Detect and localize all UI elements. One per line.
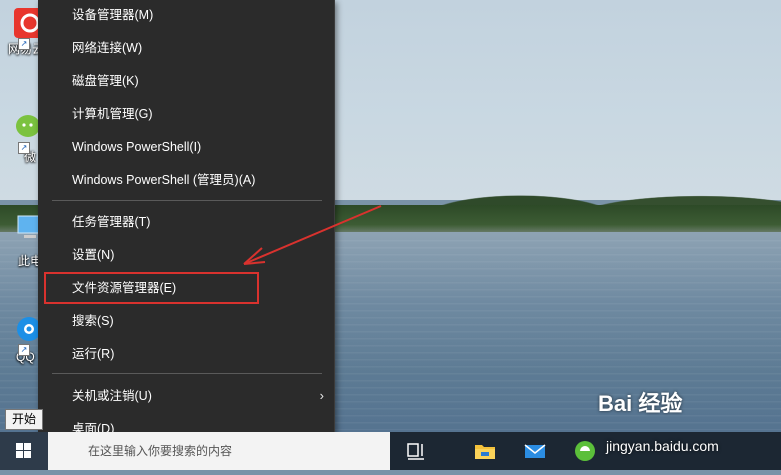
watermark-url: jingyan.baidu.com (606, 438, 719, 454)
file-explorer-icon[interactable] (472, 438, 498, 464)
start-button[interactable] (0, 432, 48, 470)
windows-logo-icon (16, 443, 31, 458)
task-view-icon[interactable] (403, 438, 429, 464)
search-placeholder: 在这里输入你要搜索的内容 (88, 444, 233, 458)
taskbar-search-box[interactable]: 在这里输入你要搜索的内容 (48, 432, 390, 470)
browser-icon[interactable] (572, 438, 598, 464)
start-tooltip: 开始 (5, 409, 43, 430)
baidu-jingyan-logo: Bai 经验 (598, 391, 683, 416)
annotation-arrow-line (243, 205, 382, 265)
mail-icon[interactable] (522, 438, 548, 464)
